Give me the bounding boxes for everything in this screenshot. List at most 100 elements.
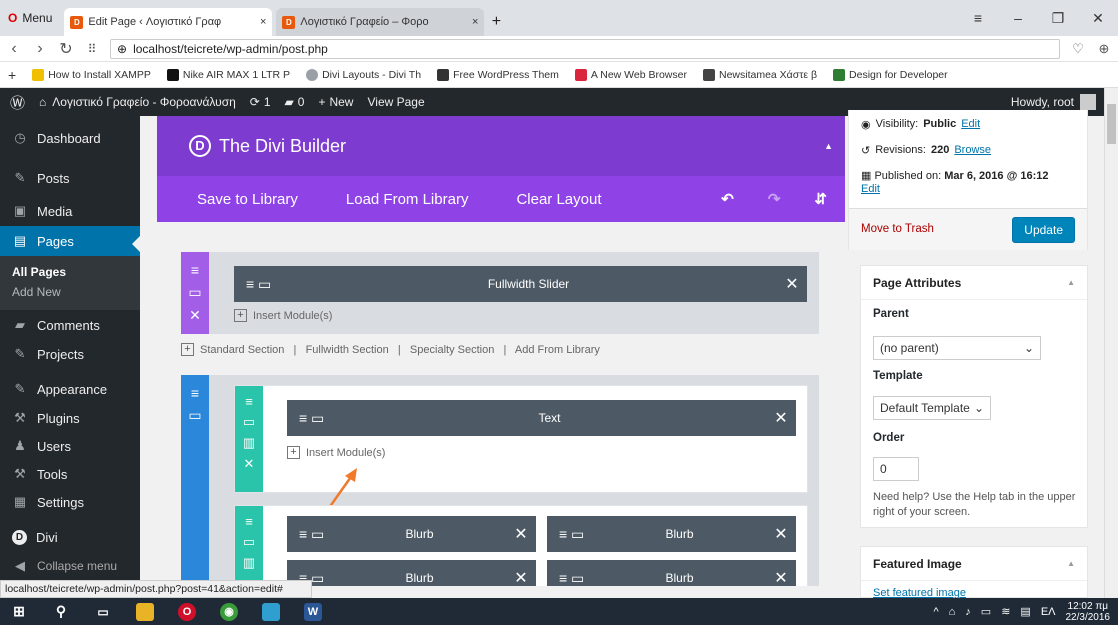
settings-icon[interactable]: ▭ [243,414,255,430]
sidebar-item-divi[interactable]: D Divi [0,522,140,552]
word-icon[interactable]: W [304,602,322,621]
bookmark-item[interactable]: Design for Developer [833,68,948,81]
template-select[interactable]: Default Template ⌄ [873,396,991,420]
sidebar-item-pages[interactable]: ▤ Pages [0,226,140,256]
move-to-trash-link[interactable]: Move to Trash [861,223,934,235]
restore-icon[interactable]: ❐ [1038,10,1078,27]
move-icon[interactable]: ≡ [245,514,253,529]
published-edit-link[interactable]: Edit [861,183,880,195]
sidebar-item-appearance[interactable]: ✎ Appearance [0,374,140,404]
view-page-link[interactable]: View Page [367,95,424,109]
bookmark-item[interactable]: Free WordPress Them [437,68,559,81]
sidebar-item-plugins[interactable]: ⚒ Plugins [0,404,140,432]
page-attributes-header[interactable]: Page Attributes ▲ [861,266,1087,300]
module-blurb[interactable]: ≡ ▭ Blurb ✕ [547,560,796,586]
delete-module-icon[interactable]: ✕ [777,274,807,294]
new-content-link[interactable]: + New [318,95,353,109]
search-icon[interactable]: ⚲ [52,603,70,621]
module-blurb[interactable]: ≡ ▭ Blurb ✕ [287,516,536,552]
add-bookmark-icon[interactable]: + [8,67,16,83]
browse-revisions-link[interactable]: Browse [954,144,991,157]
notifications-icon[interactable]: ▤ [1020,605,1030,618]
language-indicator[interactable]: ΕΛ [1041,606,1056,618]
close-tab-icon[interactable]: × [260,16,266,28]
move-icon[interactable]: ≡ [191,385,199,401]
volume-icon[interactable]: ♪ [965,606,971,618]
file-explorer-icon[interactable] [136,602,154,621]
delete-module-icon[interactable]: ✕ [506,568,536,586]
sidebar-item-tools[interactable]: ⚒ Tools [0,460,140,488]
sidebar-item-settings[interactable]: ▦ Settings [0,488,140,516]
settings-icon[interactable]: ▭ [243,534,255,550]
close-tab-icon[interactable]: × [472,16,478,28]
chrome-icon[interactable]: ◉ [220,602,238,621]
bookmark-item[interactable]: Nike AIR MAX 1 LTR P [166,68,290,81]
add-section-links[interactable]: + Standard Section | Fullwidth Section |… [181,343,600,356]
redo-icon[interactable]: ↷ [768,190,781,208]
clock[interactable]: 12:02 πμ 22/3/2016 [1066,601,1111,623]
network-icon[interactable]: ⌂ [949,606,956,618]
heart-icon[interactable]: ♡ [1070,41,1086,57]
bookmark-item[interactable]: Divi Layouts - Divi Th [306,68,421,81]
update-button[interactable]: Update [1012,217,1075,243]
account-menu[interactable]: Howdy, root [1011,94,1096,110]
speed-dial-icon[interactable]: ⠿ [84,42,100,56]
app-icon[interactable] [262,602,280,621]
featured-image-header[interactable]: Featured Image ▲ [861,547,1087,581]
module-text[interactable]: ≡ ▭ Text ✕ [287,400,796,436]
minimize-icon[interactable]: – [998,10,1038,26]
settings-icon[interactable]: ▭ [188,284,201,301]
order-input[interactable]: 0 [873,457,919,481]
module-blurb[interactable]: ≡ ▭ Blurb ✕ [547,516,796,552]
delete-module-icon[interactable]: ✕ [506,524,536,544]
collapse-builder-icon[interactable]: ▲ [824,141,833,151]
section-handle[interactable]: ≡ ▭ [181,375,209,586]
updates-link[interactable]: ⟳ 1 [250,95,271,109]
tab-menu-icon[interactable]: ≡ [958,10,998,26]
portability-icon[interactable]: ⇵ [814,190,827,208]
download-icon[interactable]: ⊕ [1096,41,1112,57]
module-blurb[interactable]: ≡ ▭ Blurb ✕ [287,560,536,586]
bookmark-item[interactable]: How to Install XAMPP [32,68,151,81]
delete-module-icon[interactable]: ✕ [766,524,796,544]
comments-link[interactable]: ▰ 0 [285,95,305,109]
reload-icon[interactable]: ↻ [58,39,74,59]
bookmark-item[interactable]: A New Web Browser [574,68,687,81]
delete-module-icon[interactable]: ✕ [766,568,796,586]
back-icon[interactable]: ‹ [6,40,22,58]
wordpress-logo-icon[interactable]: Ⓦ [10,92,25,113]
insert-module-button[interactable]: + Insert Module(s) [287,446,385,459]
save-to-library-button[interactable]: Save to Library [197,191,298,208]
submenu-all-pages[interactable]: All Pages [0,262,140,282]
page-scrollbar[interactable] [1104,88,1118,598]
module-controls[interactable]: ≡ ▭ [287,410,333,427]
tab-edit-page[interactable]: D Edit Page ‹ Λογιστικό Γραφ × [64,8,273,36]
sidebar-item-media[interactable]: ▣ Media [0,196,140,226]
sidebar-item-projects[interactable]: ✎ Projects [0,340,140,368]
columns-icon[interactable]: ▥ [243,555,255,571]
scrollbar-thumb[interactable] [1107,104,1116,144]
bookmark-item[interactable]: Newsitamea Χάστε β [702,68,817,81]
chevron-up-icon[interactable]: ^ [933,606,938,618]
delete-module-icon[interactable]: ✕ [766,408,796,428]
row-handle[interactable]: ≡ ▭ ▥ [235,506,263,586]
wifi-icon[interactable]: ≋ [1001,605,1010,618]
start-windows-icon[interactable]: ⊞ [10,603,28,621]
sidebar-item-users[interactable]: ♟ Users [0,432,140,460]
undo-icon[interactable]: ↶ [721,190,734,208]
sidebar-item-comments[interactable]: ▰ Comments [0,310,140,340]
new-tab-button[interactable]: + [484,8,508,36]
module-controls[interactable]: ≡ ▭ [234,276,280,293]
submenu-add-new[interactable]: Add New [0,282,140,302]
move-icon[interactable]: ≡ [191,262,199,278]
url-field[interactable]: ⊕ localhost/teicrete/wp-admin/post.php [110,38,1060,59]
module-fullwidth-slider[interactable]: ≡ ▭ Fullwidth Slider ✕ [234,266,807,302]
toggle-arrow-icon[interactable]: ▲ [1067,278,1075,287]
forward-icon[interactable]: › [32,40,48,58]
visibility-edit-link[interactable]: Edit [961,118,980,131]
sidebar-item-posts[interactable]: ✎ Posts [0,160,140,196]
section-handle[interactable]: ≡ ▭ ✕ [181,252,209,334]
site-name-link[interactable]: ⌂ Λογιστικό Γραφείο - Φοροανάλυση [39,95,236,109]
sidebar-item-dashboard[interactable]: ◷ Dashboard [0,120,140,156]
delete-icon[interactable]: ✕ [189,307,201,324]
